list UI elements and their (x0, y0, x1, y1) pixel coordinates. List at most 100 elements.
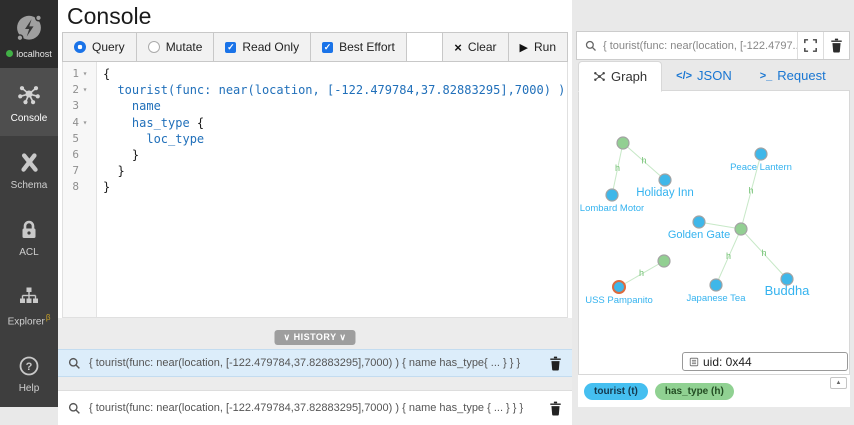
code-text: loc_type (96, 131, 204, 147)
tab-graph[interactable]: Graph (578, 61, 662, 92)
beta-badge: β (46, 313, 51, 322)
result-query-bar: { tourist(func: near(location, [-122.479… (576, 31, 850, 60)
graph-edge-label: h (615, 163, 620, 173)
mutate-radio-button[interactable]: Mutate (137, 33, 215, 61)
line-number: 1▾ (63, 66, 96, 82)
search-icon (585, 40, 597, 52)
line-number: 2▾ (63, 82, 96, 98)
code-line[interactable]: 2▾ tourist(func: near(location, [-122.47… (63, 82, 567, 98)
uid-tooltip[interactable]: uid: 0x44 (682, 352, 848, 371)
history-item[interactable]: { tourist(func: near(location, [-122.479… (58, 390, 572, 425)
graph-node-japanese[interactable] (710, 279, 722, 291)
checkbox-checked-icon: ✓ (225, 42, 236, 53)
history-query-text: { tourist(func: near(location, [-122.479… (89, 402, 541, 414)
graph-canvas: hhhhhhLombard MotorHoliday InnPeace Lant… (579, 91, 849, 374)
code-text: } (96, 163, 125, 179)
query-editor[interactable]: 1▾{2▾ tourist(func: near(location, [-122… (62, 62, 568, 318)
clear-button[interactable]: × Clear (443, 33, 508, 61)
graph-edge-label: h (639, 268, 644, 278)
graph-node-label: Buddha (765, 283, 811, 298)
explorer-tree-icon (17, 284, 41, 308)
graph-tab-icon (593, 70, 606, 83)
json-code-icon: </> (676, 61, 692, 91)
sidebar: localhost Console (0, 0, 58, 407)
query-radio-button[interactable]: Query (63, 33, 137, 61)
history-item[interactable]: { tourist(func: near(location, [-122.479… (58, 349, 572, 377)
graph-node-label: USS Pampanito (585, 295, 653, 306)
sidebar-item-acl[interactable]: ACL (0, 204, 58, 272)
line-number: 3 (63, 98, 96, 114)
page-title: Console (67, 3, 151, 30)
graph-node-label: Japanese Tea (687, 293, 747, 304)
graph-node-label: Holiday Inn (636, 187, 694, 199)
run-button[interactable]: ▶ Run (509, 33, 567, 61)
tab-json[interactable]: </> JSON (662, 61, 746, 91)
graph-node-g2[interactable] (735, 223, 747, 235)
results-panel: { tourist(func: near(location, [-122.479… (576, 0, 854, 407)
sidebar-item-label: Console (11, 113, 48, 124)
uid-value: uid: 0x44 (703, 355, 752, 369)
fold-marker-icon[interactable]: ▾ (79, 82, 91, 98)
help-icon: ? (17, 354, 41, 378)
result-query-text: { tourist(func: near(location, [-122.479… (597, 40, 797, 52)
legend-badge-tourist[interactable]: tourist (t) (584, 383, 648, 400)
graph-viewport[interactable]: hhhhhhLombard MotorHoliday InnPeace Lant… (578, 90, 850, 375)
code-line[interactable]: 5 loc_type (63, 131, 567, 147)
graph-edge-label: h (761, 248, 766, 258)
graph-node-g3[interactable] (658, 255, 670, 267)
dgraph-logo-icon (12, 10, 46, 44)
fold-marker-icon[interactable]: ▾ (79, 66, 91, 82)
history-section: ∨ HISTORY ∨ { tourist(func: near(locatio… (58, 318, 572, 407)
query-toolbar: Query Mutate ✓ Read Only ✓ Best Effort ×… (62, 32, 568, 62)
graph-edge-label: h (726, 251, 731, 261)
schema-pencils-icon (16, 149, 42, 175)
legend-badge-has-type[interactable]: has_type (h) (655, 383, 734, 400)
trash-icon[interactable] (549, 401, 562, 416)
graph-edge-label: h (748, 186, 753, 196)
code-line[interactable]: 3 name (63, 98, 567, 114)
sidebar-item-schema[interactable]: Schema (0, 136, 58, 204)
checkbox-checked-icon: ✓ (322, 42, 333, 53)
code-text: tourist(func: near(location, [-122.47978… (96, 82, 568, 98)
code-line[interactable]: 6 } (63, 147, 567, 163)
graph-node-golden[interactable] (693, 216, 705, 228)
sidebar-item-localhost[interactable]: localhost (0, 0, 58, 68)
console-graph-icon (15, 80, 43, 108)
line-number: 4▾ (63, 115, 96, 131)
code-text: } (96, 147, 139, 163)
sidebar-item-explorer[interactable]: Explorerβ (0, 272, 58, 340)
line-number: 8 (63, 179, 96, 195)
graph-node-label: Golden Gate (668, 229, 730, 241)
fold-marker-icon[interactable]: ▾ (79, 115, 91, 131)
code-line[interactable]: 1▾{ (63, 66, 567, 82)
graph-node-peace[interactable] (755, 148, 767, 160)
search-icon (68, 402, 81, 415)
graph-node-label: Lombard Motor (580, 203, 644, 214)
code-line[interactable]: 8} (63, 179, 567, 195)
code-line[interactable]: 4▾ has_type { (63, 115, 567, 131)
radio-selected-icon (74, 41, 86, 53)
main-panel: Console Query Mutate ✓ Read Only ✓ Best … (58, 0, 572, 407)
collapse-legend-button[interactable]: ▲ (830, 377, 847, 389)
sidebar-item-help[interactable]: ? Help (0, 340, 58, 408)
lock-icon (17, 218, 41, 242)
code-line[interactable]: 7 } (63, 163, 567, 179)
trash-icon[interactable] (549, 356, 562, 371)
line-number: 5 (63, 131, 96, 147)
best-effort-checkbox[interactable]: ✓ Best Effort (311, 33, 407, 61)
graph-node-g1[interactable] (617, 137, 629, 149)
graph-node-label: Peace Lantern (730, 162, 792, 173)
graph-node-lombard[interactable] (606, 189, 618, 201)
sidebar-item-label: Help (19, 383, 40, 394)
sidebar-item-console[interactable]: Console (0, 68, 58, 136)
read-only-checkbox[interactable]: ✓ Read Only (214, 33, 311, 61)
fullscreen-button[interactable] (797, 32, 823, 59)
terminal-prompt-icon: >_ (760, 61, 773, 91)
clear-x-icon: × (454, 40, 462, 55)
graph-node-uss[interactable] (613, 281, 625, 293)
connection-status-dot (6, 50, 13, 57)
tab-request[interactable]: >_ Request (746, 61, 840, 91)
history-toggle-button[interactable]: ∨ HISTORY ∨ (274, 330, 355, 345)
graph-node-holiday[interactable] (659, 174, 671, 186)
trash-icon[interactable] (823, 32, 849, 59)
